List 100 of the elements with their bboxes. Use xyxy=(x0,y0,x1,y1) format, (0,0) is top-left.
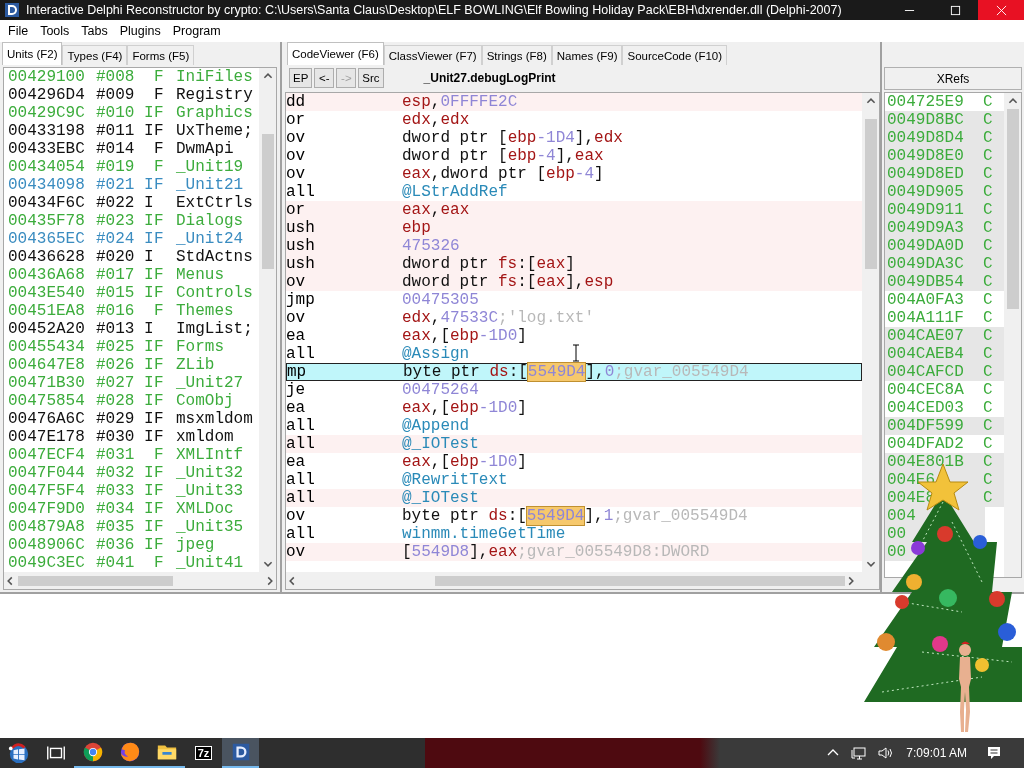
code-row[interactable]: or eax,eax xyxy=(286,201,862,219)
unit-address[interactable]: 004365EC xyxy=(8,230,96,248)
tab[interactable]: CodeViewer (F6) xyxy=(287,42,384,65)
unit-name: Graphics xyxy=(176,104,253,122)
xref-type: C xyxy=(983,309,993,327)
archive-button[interactable]: 7z xyxy=(185,738,222,768)
code-row[interactable]: all @_IOTest xyxy=(286,489,862,507)
menu-item[interactable]: Tools xyxy=(34,24,76,38)
unit-address[interactable]: 00476A6C xyxy=(8,410,96,428)
xref-address: 004CAE07 xyxy=(887,327,965,345)
tab[interactable]: Strings (F8) xyxy=(481,45,552,65)
unit-index: #028 xyxy=(96,392,136,410)
unit-name: ExtCtrls xyxy=(176,194,253,212)
code-row[interactable]: ov [5549D8],eax;gvar_005549D8:DWORD xyxy=(286,543,862,561)
code-row[interactable]: je 00475264 xyxy=(286,381,862,399)
xref-address: 0049DA3C xyxy=(887,255,965,273)
code-row[interactable]: all winmm.timeGetTime xyxy=(286,525,862,543)
unit-address[interactable]: 00434F6C xyxy=(8,194,96,212)
unit-address[interactable]: 00433EBC xyxy=(8,140,96,158)
mnemonic: all xyxy=(286,417,316,435)
operand: dword ptr fs:[eax] xyxy=(402,255,575,273)
code-row[interactable]: ea eax,[ebp-1D0] xyxy=(286,399,862,417)
menu-item[interactable]: File xyxy=(2,24,35,38)
menu-item[interactable]: Plugins xyxy=(113,24,167,38)
code-row[interactable]: all @LStrAddRef xyxy=(286,183,862,201)
notification-icon[interactable] xyxy=(986,745,1002,761)
code-row[interactable]: ush ebp xyxy=(286,219,862,237)
unit-address[interactable]: 00452A20 xyxy=(8,320,96,338)
xref-type: C xyxy=(983,471,993,489)
toolbar-button[interactable]: EP xyxy=(289,67,313,88)
unit-index: #024 xyxy=(96,230,136,248)
toolbar-button[interactable]: <- xyxy=(314,67,335,88)
tab[interactable]: ClassViewer (F7) xyxy=(383,45,482,65)
code-row[interactable]: ea eax,[ebp-1D0] xyxy=(286,453,862,471)
code-row[interactable]: ov dword ptr [ebp-4],eax xyxy=(286,147,862,165)
scroll-thumb[interactable] xyxy=(435,575,845,586)
operand: eax,[ebp-1D0] xyxy=(402,453,527,471)
unit-address[interactable]: 00436628 xyxy=(8,248,96,266)
xref-type: C xyxy=(983,291,993,309)
scroll-thumb[interactable] xyxy=(864,119,877,269)
tab[interactable]: Units (F2) xyxy=(2,42,63,65)
code-row[interactable]: ov eax,dword ptr [ebp-4] xyxy=(286,165,862,183)
menu-item[interactable]: Tabs xyxy=(75,24,114,38)
code-row[interactable]: all @_IOTest xyxy=(286,435,862,453)
xrefs-header[interactable]: XRefs xyxy=(884,67,1022,90)
horizontal-scrollbar[interactable] xyxy=(286,572,879,589)
volume-icon[interactable] xyxy=(877,745,894,761)
unit-kind-label: IF xyxy=(144,176,164,194)
code-row[interactable]: dd esp,0FFFFE2C xyxy=(286,93,862,111)
unit-address[interactable]: 004296D4 xyxy=(8,86,96,104)
tab[interactable]: Types (F4) xyxy=(62,45,128,65)
network-icon[interactable] xyxy=(851,745,868,761)
scroll-thumb[interactable] xyxy=(1006,109,1019,309)
code-row[interactable]: all @Assign xyxy=(286,345,862,363)
maximize-icon xyxy=(949,4,961,16)
unit-address[interactable]: 00433198 xyxy=(8,122,96,140)
code-row[interactable]: all @Append xyxy=(286,417,862,435)
unit-kind-label: IF xyxy=(144,230,164,248)
xref-type: C xyxy=(983,219,993,237)
unit-index: #026 xyxy=(96,356,136,374)
tab[interactable]: Names (F9) xyxy=(551,45,623,65)
xref-address: 004725E9 xyxy=(887,93,965,111)
code-row[interactable]: ov dword ptr [ebp-1D4],edx xyxy=(286,129,862,147)
code-row[interactable]: ov edx,47533C;'log.txt' xyxy=(286,309,862,327)
unit-index: #017 xyxy=(96,266,136,284)
tab[interactable]: Forms (F5) xyxy=(127,45,195,65)
scroll-thumb[interactable] xyxy=(18,575,173,586)
app-icon xyxy=(4,2,20,18)
unit-index: #011 xyxy=(96,122,136,140)
vertical-scrollbar[interactable] xyxy=(259,68,276,572)
unit-address[interactable]: 00434098 xyxy=(8,176,96,194)
unit-kind-label: IF xyxy=(144,284,164,302)
operand: dword ptr [ebp-1D4],edx xyxy=(402,129,623,147)
code-row[interactable]: jmp 00475305 xyxy=(286,291,862,309)
xref-address: 0049D8D4 xyxy=(887,129,965,147)
unit-index: #010 xyxy=(96,104,136,122)
code-row[interactable]: ush 475326 xyxy=(286,237,862,255)
unit-name: _Unit21 xyxy=(176,176,244,194)
toolbar-button[interactable]: Src xyxy=(358,67,384,88)
code-row[interactable]: or edx,edx xyxy=(286,111,862,129)
taskbar-button[interactable] xyxy=(222,738,259,768)
code-row[interactable]: all @RewritText xyxy=(286,471,862,489)
tab[interactable]: SourceCode (F10) xyxy=(622,45,728,65)
unit-address[interactable]: 0047E178 xyxy=(8,428,96,446)
menu-item[interactable]: Program xyxy=(166,24,227,38)
scroll-thumb[interactable] xyxy=(261,134,274,269)
clock[interactable]: 7:09:01 AM xyxy=(906,746,967,760)
vertical-scrollbar[interactable] xyxy=(1004,93,1021,577)
operand: esp,0FFFFE2C xyxy=(402,93,518,111)
xref-type: C xyxy=(983,399,993,417)
unit-kind-label: I xyxy=(144,194,155,212)
code-row[interactable]: ea eax,[ebp-1D0] xyxy=(286,327,862,345)
unit-name: _Unit24 xyxy=(176,230,244,248)
code-row[interactable]: ush dword ptr fs:[eax] xyxy=(286,255,862,273)
code-row[interactable]: ov dword ptr fs:[eax],esp xyxy=(286,273,862,291)
unit-kind-label: I xyxy=(144,248,155,266)
horizontal-scrollbar[interactable] xyxy=(4,572,276,589)
xref-type: C xyxy=(983,93,993,111)
text-cursor-icon xyxy=(572,344,580,362)
vertical-scrollbar[interactable] xyxy=(862,93,879,572)
